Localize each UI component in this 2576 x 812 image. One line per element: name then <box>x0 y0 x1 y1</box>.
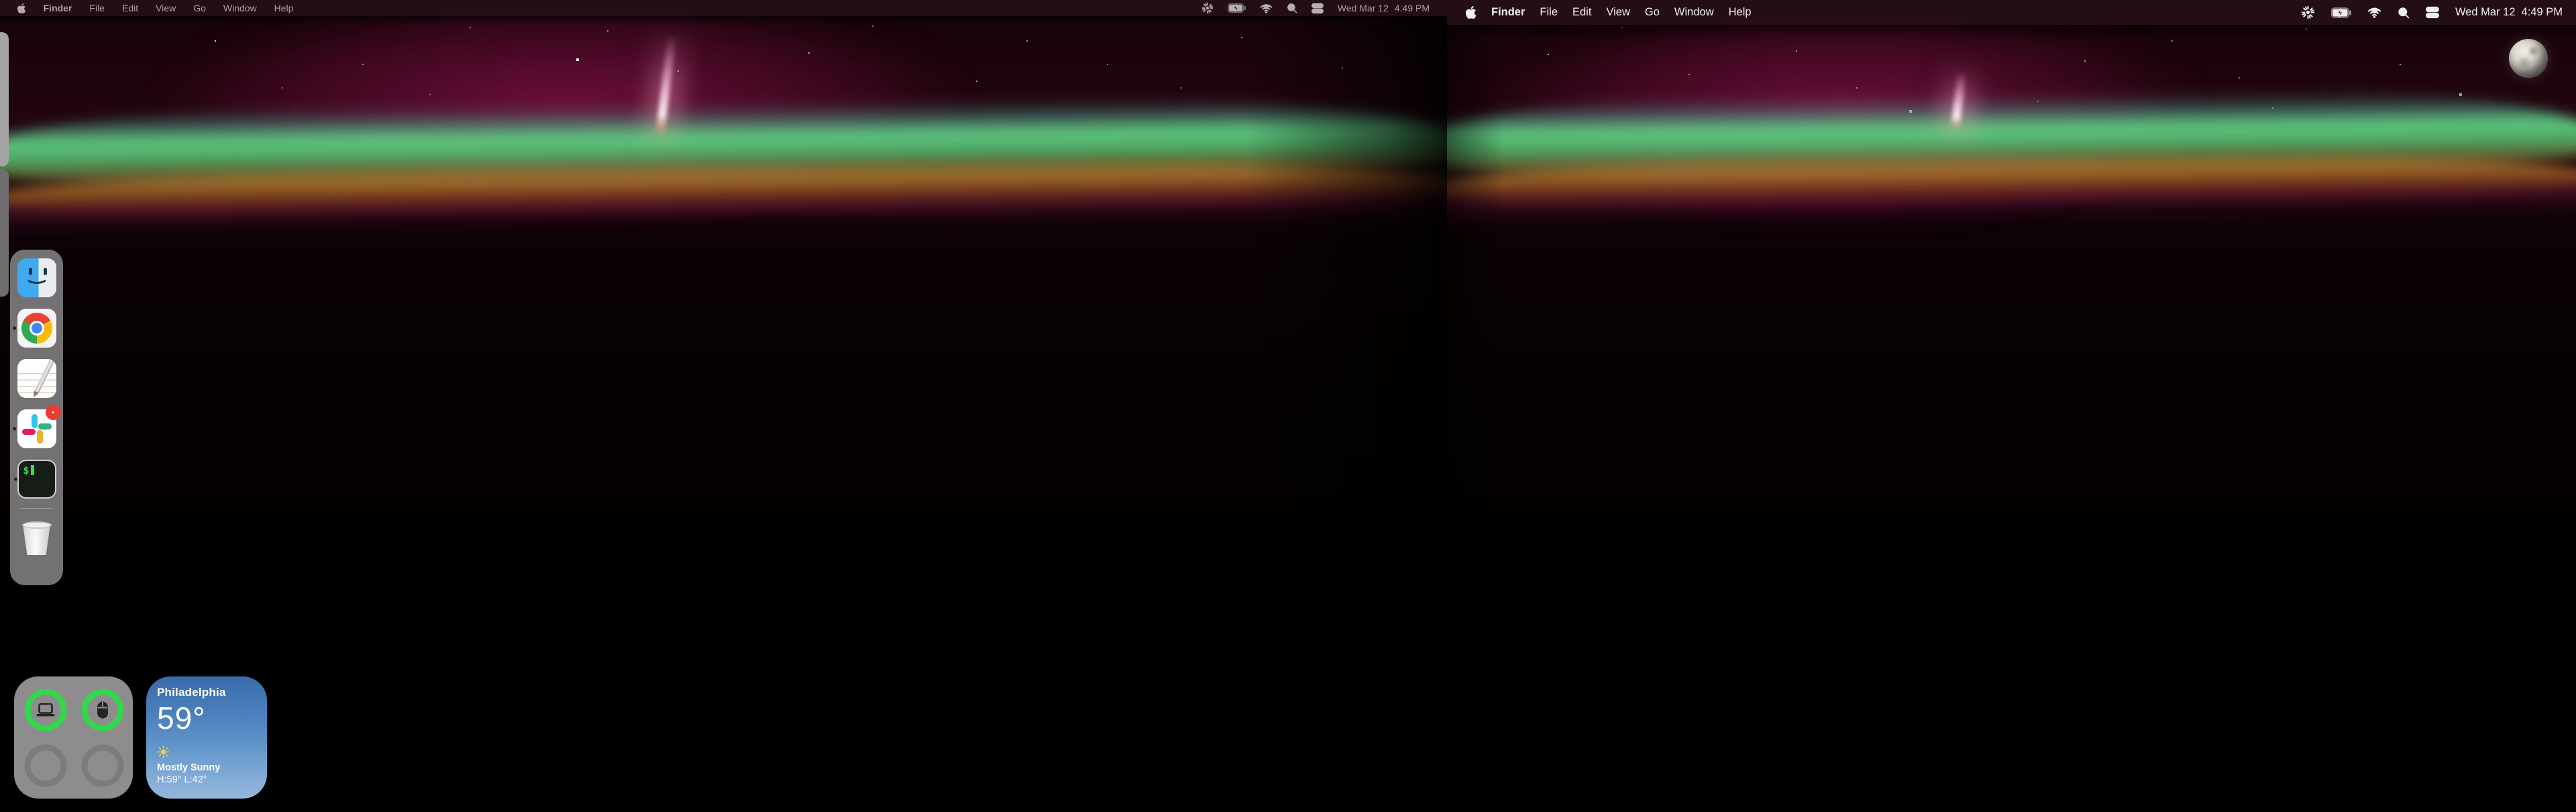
slack-arm <box>38 423 52 429</box>
dock-separator <box>21 508 53 509</box>
terminal-prompt: $ <box>23 464 30 476</box>
running-indicator <box>13 427 16 431</box>
dock-notes-icon[interactable] <box>17 359 56 398</box>
weather-condition: Mostly Sunny <box>157 762 256 773</box>
trash-rim <box>22 521 52 529</box>
menu-bar-clock[interactable]: Wed Mar 12 4:49 PM <box>1338 3 1430 13</box>
clock-time: 4:49 PM <box>1395 3 1430 13</box>
terminal-cursor <box>31 465 34 475</box>
menu-app-finder[interactable]: Finder <box>44 3 72 13</box>
menu-go[interactable]: Go <box>193 3 206 13</box>
control-center-icon[interactable] <box>2426 6 2439 19</box>
menu-window[interactable]: Window <box>1674 6 1714 19</box>
battery-ring-empty <box>23 744 68 788</box>
trash-body <box>22 525 52 555</box>
finder-smile <box>25 269 49 284</box>
battery-ring-empty <box>80 744 125 788</box>
weather-high-low: H:59° L:42° <box>157 774 256 785</box>
menu-help[interactable]: Help <box>274 3 294 13</box>
battery-ring-laptop <box>23 688 68 732</box>
menu-view[interactable]: View <box>1606 6 1629 19</box>
clock-time: 4:49 PM <box>2522 6 2563 19</box>
menu-go[interactable]: Go <box>1645 6 1660 19</box>
menu-bar-right-display: Finder File Edit View Go Window Help <box>1447 0 2576 25</box>
menu-bar-shadow <box>0 16 1447 26</box>
menu-file[interactable]: File <box>1540 6 1558 19</box>
wifi-icon[interactable] <box>1260 3 1273 13</box>
wifi-icon[interactable] <box>2367 7 2381 18</box>
control-center-icon[interactable] <box>1311 3 1324 14</box>
dock-slack-icon[interactable]: • <box>17 409 56 448</box>
menu-help[interactable]: Help <box>1729 6 1752 19</box>
chrome-core <box>32 323 42 334</box>
menu-bar-left-display: Finder File Edit View Go Window Help <box>0 0 1447 16</box>
dock-finder-icon[interactable] <box>17 258 56 297</box>
left-edge-vignette <box>1447 0 2576 812</box>
dock: • $ <box>10 250 63 585</box>
sunburst-icon[interactable] <box>1201 2 1214 14</box>
offscreen-widget-edge-bottom[interactable] <box>0 169 9 297</box>
dock-chrome-icon[interactable] <box>17 309 56 348</box>
weather-temperature: 59° <box>157 700 256 736</box>
menu-edit[interactable]: Edit <box>122 3 138 13</box>
apple-menu-icon[interactable] <box>1466 6 1477 19</box>
menu-edit[interactable]: Edit <box>1572 6 1591 19</box>
battery-ring-mouse <box>80 688 125 732</box>
clock-date: Wed Mar 12 <box>2455 6 2516 19</box>
battery-charging-icon[interactable] <box>2331 7 2351 18</box>
sunburst-icon[interactable] <box>2301 5 2315 19</box>
running-indicator <box>13 327 16 330</box>
wallpaper-aurora <box>1447 0 2576 812</box>
offscreen-widget-edge-top[interactable] <box>0 32 9 166</box>
weather-city: Philadelphia <box>157 686 256 699</box>
mouse-icon <box>97 701 109 719</box>
menu-file[interactable]: File <box>89 3 105 13</box>
weather-widget[interactable]: Philadelphia 59° Mostly Sunny H:59° L:42… <box>146 676 267 799</box>
display-left: Finder File Edit View Go Window Help <box>0 0 1447 812</box>
running-indicator <box>14 478 17 481</box>
batteries-widget[interactable] <box>14 676 133 799</box>
slack-arm <box>22 429 36 435</box>
menu-view[interactable]: View <box>156 3 176 13</box>
spotlight-search-icon[interactable] <box>1287 3 1297 13</box>
spotlight-search-icon[interactable] <box>2398 7 2410 19</box>
slack-arm <box>37 430 43 444</box>
apple-menu-icon[interactable] <box>17 3 26 13</box>
dock-terminal-icon[interactable]: $ <box>17 460 56 499</box>
sun-icon <box>157 746 256 758</box>
display-right: Finder File Edit View Go Window Help <box>1447 0 2576 812</box>
menu-app-finder[interactable]: Finder <box>1491 6 1525 19</box>
slack-arm <box>32 414 38 428</box>
laptop-icon <box>36 703 55 717</box>
clock-date: Wed Mar 12 <box>1338 3 1389 13</box>
battery-charging-icon[interactable] <box>1228 3 1246 13</box>
menu-bar-shadow <box>1447 25 2576 41</box>
menu-window[interactable]: Window <box>223 3 257 13</box>
dock-trash-icon[interactable] <box>17 518 56 557</box>
menu-bar-clock[interactable]: Wed Mar 12 4:49 PM <box>2455 6 2563 19</box>
notification-badge: • <box>46 405 61 420</box>
